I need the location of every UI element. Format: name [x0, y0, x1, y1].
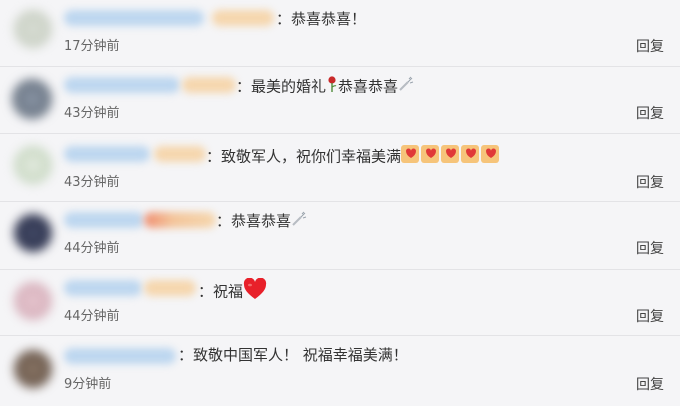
- comment-time: 44分钟前: [64, 241, 120, 256]
- avatar[interactable]: [14, 10, 52, 48]
- user-badge: [154, 146, 206, 162]
- reply-button[interactable]: 回复: [636, 376, 664, 394]
- comment-text: ：致敬中国军人！ 祝福幸福美满！: [178, 346, 408, 364]
- avatar[interactable]: [14, 350, 52, 388]
- avatar[interactable]: [12, 79, 52, 119]
- comment-text: ：祝福: [198, 277, 267, 306]
- avatar[interactable]: [14, 214, 52, 252]
- rose-icon: [326, 75, 338, 99]
- comment-text: ：恭喜恭喜！: [276, 10, 367, 28]
- comment-time: 43分钟前: [64, 175, 120, 190]
- username[interactable]: [64, 77, 180, 93]
- reply-button[interactable]: 回复: [636, 308, 664, 326]
- comment-item: ：最美的婚礼 恭喜恭喜 43分钟前 回复: [0, 67, 680, 134]
- red-heart-icon: [243, 277, 267, 306]
- comment-time: 44分钟前: [64, 309, 120, 324]
- reply-button[interactable]: 回复: [636, 240, 664, 258]
- comment-time: 17分钟前: [64, 39, 120, 54]
- username[interactable]: [64, 212, 144, 228]
- user-badge: [144, 280, 196, 296]
- double-heart-icon: [401, 144, 501, 170]
- username[interactable]: [64, 348, 176, 364]
- username[interactable]: [64, 146, 150, 162]
- comment-time: 43分钟前: [64, 106, 120, 121]
- comment-time: 9分钟前: [64, 377, 112, 392]
- firecracker-icon: [291, 211, 307, 233]
- username[interactable]: [64, 280, 142, 296]
- comment-text: ：恭喜恭喜: [216, 210, 307, 233]
- reply-button[interactable]: 回复: [636, 174, 664, 192]
- user-badge: [212, 10, 274, 26]
- avatar[interactable]: [14, 146, 52, 184]
- avatar[interactable]: [14, 282, 52, 320]
- comment-item: ：致敬中国军人！ 祝福幸福美满！ 9分钟前 回复: [0, 336, 680, 406]
- comment-item: ：致敬军人，祝你们幸福美满 43分钟前 回复: [0, 134, 680, 202]
- comment-list: ：恭喜恭喜！ 17分钟前 回复 ：最美的婚礼 恭喜恭喜 43分钟前 回复 ：致敬军…: [0, 0, 680, 406]
- comment-item: ：祝福 44分钟前 回复: [0, 270, 680, 336]
- comment-item: ：恭喜恭喜！ 17分钟前 回复: [0, 0, 680, 67]
- reply-button[interactable]: 回复: [636, 105, 664, 123]
- comment-text: ：致敬军人，祝你们幸福美满: [206, 144, 501, 170]
- username[interactable]: [64, 10, 204, 26]
- comment-text: ：最美的婚礼 恭喜恭喜: [236, 75, 414, 99]
- user-badge: [182, 77, 236, 93]
- comment-item: ：恭喜恭喜 44分钟前 回复: [0, 202, 680, 270]
- user-badge: [144, 212, 216, 228]
- reply-button[interactable]: 回复: [636, 38, 664, 56]
- firecracker-icon: [398, 76, 414, 98]
